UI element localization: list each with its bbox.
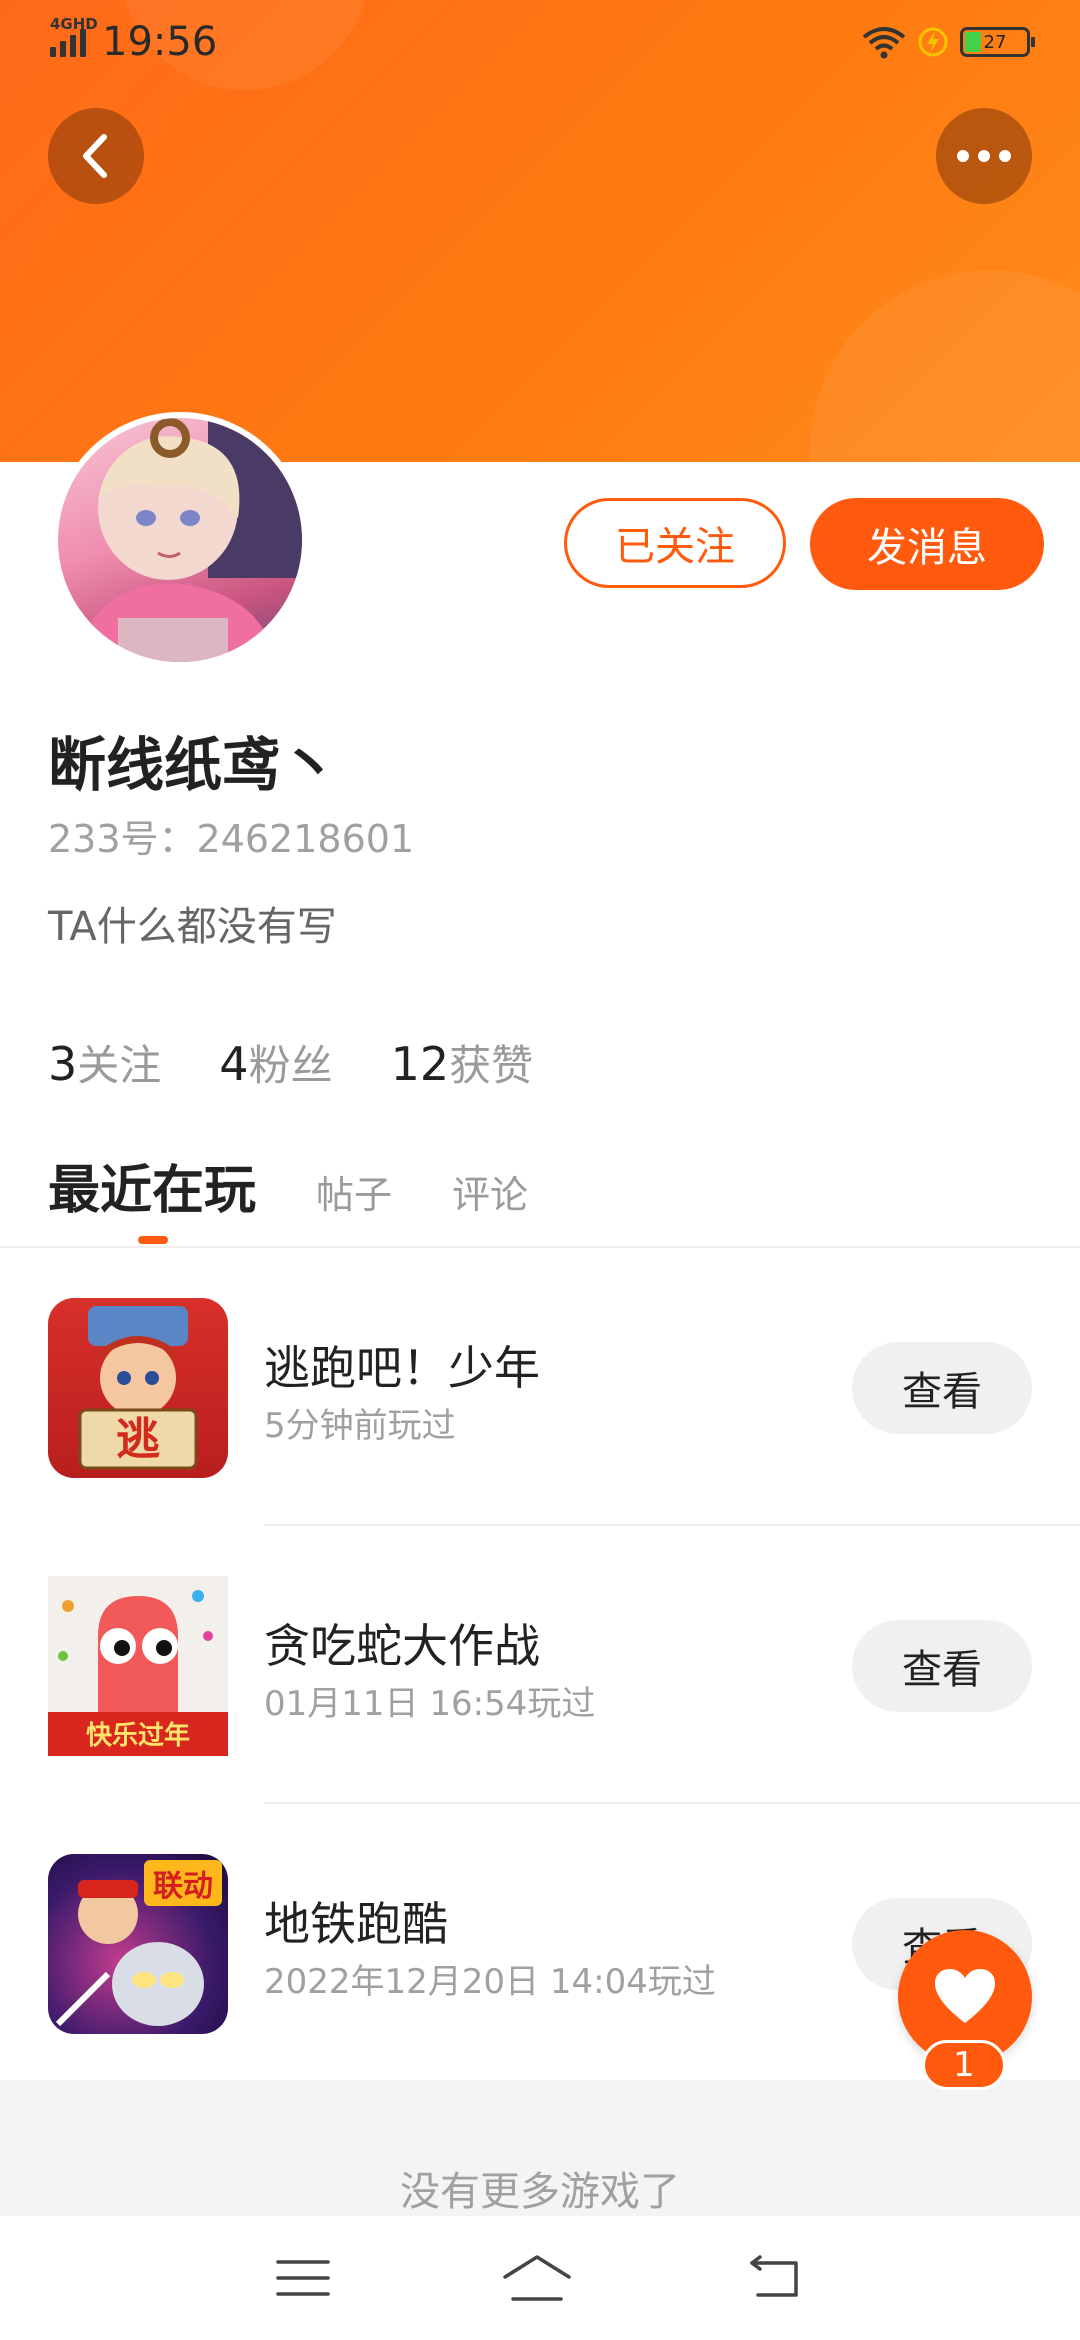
status-bar: 4GHD 19:56 27: [0, 0, 1080, 84]
more-dots-icon: [957, 150, 1011, 162]
list-footer: 没有更多游戏了: [0, 2080, 1080, 2216]
game-name: 地铁跑酷: [264, 1897, 448, 1951]
game-list-item[interactable]: 快乐过年 贪吃蛇大作战 01月11日 16:54玩过 查看: [0, 1526, 1080, 1804]
game-name: 贪吃蛇大作战: [264, 1619, 540, 1673]
user-id: 233号：246218601: [48, 817, 415, 861]
following-count: 3: [48, 1037, 78, 1091]
back-button[interactable]: [48, 108, 144, 204]
back-nav-icon[interactable]: [744, 2255, 804, 2301]
like-count-badge: 1: [922, 2040, 1006, 2090]
battery-icon: 27: [960, 27, 1035, 57]
view-game-button[interactable]: 查看: [852, 1620, 1032, 1712]
game-last-played: 5分钟前玩过: [264, 1406, 456, 1446]
heart-icon: [935, 1969, 995, 2023]
profile-header-banner: 4GHD 19:56 27: [0, 0, 1080, 462]
escape-game-icon: 逃: [48, 1298, 228, 1478]
following-stat[interactable]: 3关注: [48, 1032, 161, 1093]
avatar[interactable]: [52, 412, 308, 668]
no-more-games-text: 没有更多游戏了: [400, 2169, 680, 2215]
game-list-item[interactable]: 逃 逃跑吧！少年 5分钟前玩过 查看: [0, 1248, 1080, 1526]
tab-recently-played[interactable]: 最近在玩: [48, 1148, 256, 1223]
profile-tabs: 最近在玩 帖子 评论: [48, 1148, 528, 1223]
menu-icon[interactable]: [275, 2256, 330, 2300]
subway-game-icon: 联动: [48, 1854, 228, 2034]
send-message-button[interactable]: 发消息: [810, 498, 1044, 590]
charging-icon: [918, 27, 948, 57]
likes-label: 获赞: [449, 1041, 534, 1090]
tab-comments[interactable]: 评论: [452, 1164, 528, 1219]
subway-icon-text: 联动: [153, 1869, 213, 1904]
followed-button[interactable]: 已关注: [564, 498, 786, 588]
view-game-button[interactable]: 查看: [852, 1342, 1032, 1434]
signal-icon: 4GHD: [50, 15, 98, 57]
username: 断线纸鸢丶: [48, 731, 339, 799]
game-last-played: 01月11日 16:54玩过: [264, 1684, 596, 1724]
battery-level: 27: [983, 31, 1007, 53]
snake-game-icon: 快乐过年: [48, 1576, 228, 1756]
network-type: 4GHD: [50, 15, 98, 33]
active-tab-indicator: [138, 1236, 168, 1244]
fans-count: 4: [219, 1037, 249, 1091]
fans-stat[interactable]: 4粉丝: [219, 1032, 332, 1093]
tab-posts[interactable]: 帖子: [316, 1164, 392, 1219]
profile-stats: 3关注 4粉丝 12获赞: [48, 1032, 533, 1093]
avatar-illustration: [78, 418, 302, 662]
likes-stat: 12获赞: [391, 1032, 534, 1093]
fans-label: 粉丝: [248, 1041, 333, 1090]
game-last-played: 2022年12月20日 14:04玩过: [264, 1962, 716, 2002]
decor-circle: [810, 270, 1080, 462]
likes-count: 12: [390, 1037, 450, 1091]
status-time: 19:56: [102, 19, 218, 65]
game-name: 逃跑吧！少年: [264, 1341, 540, 1395]
system-navigation-bar: [0, 2216, 1080, 2340]
more-options-button[interactable]: [936, 108, 1032, 204]
chevron-left-icon: [83, 134, 107, 178]
snake-icon-text: 快乐过年: [86, 1720, 190, 1751]
escape-icon-text: 逃: [116, 1414, 160, 1465]
wifi-icon: [862, 27, 906, 59]
home-icon[interactable]: [501, 2253, 573, 2303]
user-bio: TA什么都没有写: [48, 904, 337, 950]
following-label: 关注: [77, 1041, 162, 1090]
